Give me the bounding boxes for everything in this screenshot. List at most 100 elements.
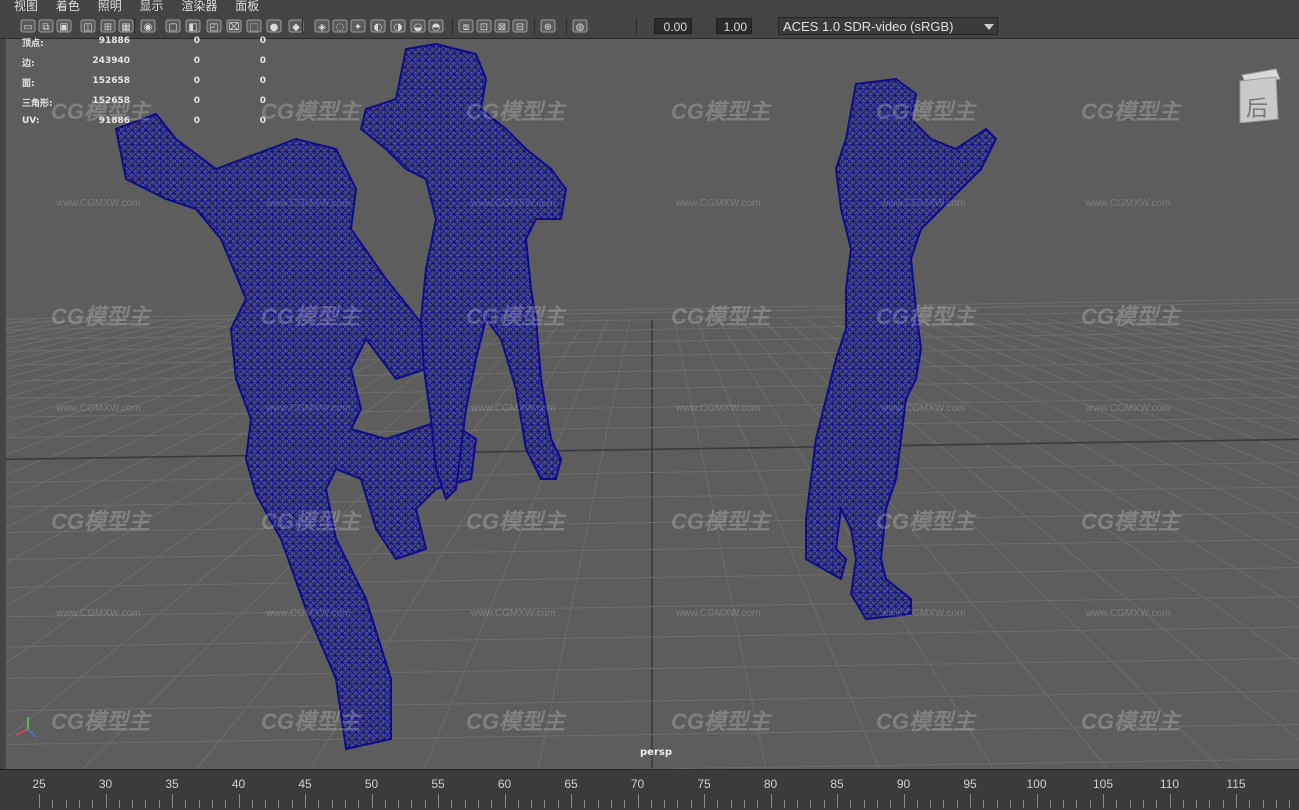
menu-bar: 视图 着色 照明 显示 渲染器 面板 (0, 0, 1299, 14)
hud-label: 面: (22, 79, 35, 89)
color-management-icon[interactable]: ◍ (572, 18, 588, 34)
timeline-tick (198, 800, 200, 808)
timeline-tick (970, 794, 971, 808)
timeline-tick (1275, 800, 1277, 808)
safe-title-icon[interactable]: ⌧ (226, 18, 242, 34)
xray-active-icon[interactable]: ⊠ (494, 18, 510, 34)
timeline-tick-label: 115 (1226, 777, 1246, 791)
svg-text:◈: ◈ (318, 22, 326, 33)
watermark-logo: CG模型主 (1081, 304, 1181, 329)
watermark-logo: CG模型主 (671, 509, 771, 534)
watermark-logo: CG模型主 (51, 509, 151, 534)
hud-value: 0 (259, 96, 266, 106)
timeline-tick-label: 25 (32, 777, 46, 791)
svg-text:◌: ◌ (336, 22, 345, 33)
gamma-icon[interactable]: ⊕ (540, 18, 556, 34)
hud-value: 0 (193, 36, 200, 46)
isolate-icon[interactable]: ⧈ (458, 18, 474, 34)
menu-shading[interactable]: 着色 (56, 0, 80, 12)
watermark-url: www.CGMXW.com (56, 403, 141, 414)
timeline-tick (823, 800, 825, 808)
shaded-wireframe-icon[interactable]: ◈ (314, 18, 330, 34)
menu-show[interactable]: 显示 (140, 0, 164, 12)
colorspace-dropdown[interactable]: ACES 1.0 SDR-video (sRGB) (778, 17, 998, 35)
xray-joints-icon[interactable]: ⊡ (476, 18, 492, 34)
timeline-tick (1156, 800, 1158, 808)
timeline-tick (1076, 800, 1078, 808)
svg-text:⊡: ⊡ (480, 22, 488, 33)
timeline-tick (996, 800, 998, 808)
hud-value: 0 (193, 96, 200, 106)
timeline-tick-label: 60 (497, 777, 512, 791)
timeline-tick (92, 800, 94, 808)
resolution-gate-icon[interactable]: ◉ (140, 18, 156, 34)
timeline-tick (331, 800, 333, 808)
svg-text:●: ● (270, 22, 279, 33)
film-gate-icon[interactable]: ▦ (118, 18, 134, 34)
field-chart-icon[interactable]: ◧ (185, 18, 201, 34)
time-slider[interactable]: 25 30 35 40 45 50 55 60 65 70 75 80 85 90 95 100 105 110 1… (0, 769, 1299, 810)
menu-lighting[interactable]: 照明 (98, 0, 122, 12)
svg-text:◓: ◓ (432, 22, 441, 33)
timeline-tick (770, 794, 772, 808)
timeline-tick (451, 800, 453, 808)
timeline-tick (477, 800, 479, 808)
watermark-url: www.CGMXW.com (676, 608, 761, 619)
timeline-tick (1063, 800, 1065, 808)
shadows-icon[interactable]: ◐ (370, 18, 386, 34)
timeline-tick-label: 100 (1026, 777, 1047, 791)
perspective-viewport[interactable]: CG模型主 www.CGMXW.com CG模型主 www.CGMXW.com CG模型… (6, 39, 1299, 769)
default-light-icon[interactable]: ✦ (350, 18, 366, 34)
axis-indicator (15, 717, 37, 738)
anti-alias-icon[interactable]: ◓ (428, 18, 444, 34)
exposure-icon[interactable]: ⊟ (512, 18, 528, 34)
svg-text:▣: ▣ (59, 22, 68, 33)
timeline-tick (903, 794, 905, 808)
menu-view[interactable]: 视图 (14, 0, 38, 12)
gate-mask-icon[interactable]: ▢ (165, 18, 181, 34)
bookmark-icon[interactable]: ▣ (56, 18, 72, 34)
timeline-tick (531, 800, 533, 808)
menu-panels[interactable]: 面板 (235, 0, 259, 12)
timeline-tick (145, 800, 147, 808)
xray-icon[interactable]: ◌ (332, 18, 348, 34)
safe-action-icon[interactable]: ◰ (206, 18, 222, 34)
timeline-tick (411, 800, 413, 808)
svg-text:⊞: ⊞ (104, 22, 112, 33)
hud-row: 边: 243940 0 0 (16, 56, 286, 76)
ao-icon[interactable]: ◑ (390, 18, 406, 34)
image-plane-icon[interactable]: ◫ (80, 18, 96, 34)
chevron-down-icon (984, 24, 994, 30)
timeline-tick-label: 105 (1092, 777, 1114, 791)
svg-text:▭: ▭ (23, 22, 32, 33)
watermark-logo: CG模型主 (261, 709, 361, 734)
camera-select-icon[interactable]: ▭ (20, 18, 36, 34)
hud-value: 91886 (98, 36, 130, 46)
viewcube[interactable]: 后 (1236, 67, 1282, 124)
watermark-url: www.CGMXW.com (266, 608, 351, 619)
timeline-tick (39, 794, 40, 808)
hud-value: 243940 (92, 56, 130, 66)
timeline-tick-label: 110 (1159, 777, 1180, 791)
watermark-url: www.CGMXW.com (56, 608, 141, 619)
gamma-field[interactable]: 1.00 (716, 18, 752, 34)
wireframe-icon[interactable]: ⬚ (246, 18, 262, 34)
timeline-tick (251, 800, 253, 808)
grid-icon[interactable]: ⊞ (100, 18, 116, 34)
timeline-tick (305, 794, 306, 808)
watermark-url: www.CGMXW.com (1086, 198, 1171, 209)
menu-renderer[interactable]: 渲染器 (181, 0, 217, 12)
smooth-shade-icon[interactable]: ● (266, 18, 282, 34)
timeline-tick (1089, 800, 1091, 808)
timeline-tick (1236, 794, 1237, 808)
timeline-tick (1023, 800, 1025, 808)
svg-text:◐: ◐ (374, 22, 383, 33)
camera-attributes-icon[interactable]: ⧉ (38, 18, 54, 34)
motion-blur-icon[interactable]: ◒ (410, 18, 426, 34)
watermark-url: www.CGMXW.com (56, 198, 141, 209)
exposure-field[interactable]: 0.00 (654, 18, 692, 34)
timeline-tick (424, 800, 426, 808)
timeline-tick (1036, 794, 1038, 808)
timeline-tick-label: 30 (98, 777, 113, 791)
timeline-tick-label: 55 (431, 777, 445, 791)
